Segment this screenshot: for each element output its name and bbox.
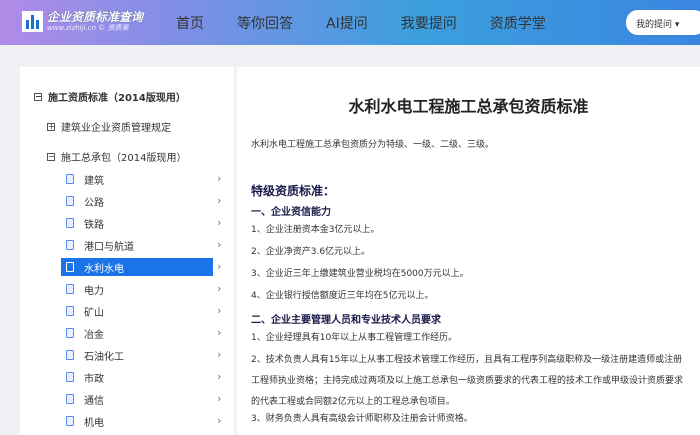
document-icon — [66, 262, 74, 272]
chevron-right-icon[interactable]: › — [217, 370, 221, 383]
content: 水利水电工程施工总承包资质标准 水利水电工程施工总承包资质分为特级、一级、二级、… — [237, 67, 700, 435]
chevron-right-icon[interactable]: › — [217, 194, 221, 207]
chevron-right-icon[interactable]: › — [217, 260, 221, 273]
logo[interactable]: 企业资质标准查询 www.zizhiji.cn © 资质果 — [22, 11, 143, 32]
chevron-right-icon[interactable]: › — [217, 216, 221, 229]
sidebar-item-label: 港口与航道 — [84, 241, 134, 253]
my-questions-dropdown[interactable]: 我的提问 ▾ — [626, 10, 700, 35]
sidebar-item[interactable]: 水利水电 — [61, 258, 213, 276]
tree-node-regulations[interactable]: + 建筑业企业资质管理规定 — [47, 119, 171, 134]
chevron-right-icon[interactable]: › — [217, 304, 221, 317]
nav-answer[interactable]: 等你回答 — [237, 13, 293, 33]
sidebar-item[interactable]: 通信 — [61, 390, 213, 408]
tree-root[interactable]: − 施工资质标准（2014版现用） — [34, 89, 186, 104]
main-nav: 首页 等你回答 AI提问 我要提问 资质学堂 — [176, 13, 579, 33]
collapse-icon[interactable]: − — [34, 92, 42, 101]
tree-label: 施工总承包（2014版现用） — [61, 153, 187, 164]
document-icon — [66, 240, 74, 250]
chevron-right-icon[interactable]: › — [217, 282, 221, 295]
document-icon — [66, 350, 74, 360]
intro: 水利水电工程施工总承包资质分为特级、一级、二级、三级。 — [251, 140, 495, 150]
nav-academy[interactable]: 资质学堂 — [490, 13, 546, 33]
sidebar-item[interactable]: 建筑 — [61, 170, 213, 188]
document-icon — [66, 196, 74, 206]
document-icon — [66, 174, 74, 184]
sidebar-item[interactable]: 矿山 — [61, 302, 213, 320]
section-heading: 二、企业主要管理人员和专业技术人员要求 — [251, 315, 441, 326]
document-icon — [66, 372, 74, 382]
sidebar-item-label: 矿山 — [84, 307, 104, 319]
tree-label: 建筑业企业资质管理规定 — [61, 123, 171, 134]
document-icon — [66, 416, 74, 426]
section-heading: 一、企业资信能力 — [251, 207, 331, 218]
chevron-right-icon[interactable]: › — [217, 392, 221, 405]
header: 企业资质标准查询 www.zizhiji.cn © 资质果 首页 等你回答 AI… — [0, 0, 700, 45]
document-icon — [66, 284, 74, 294]
sidebar-item[interactable]: 机电 — [61, 412, 213, 430]
list-item: 1、企业注册资本金3亿元以上。 — [251, 225, 380, 235]
page-title: 水利水电工程施工总承包资质标准 — [348, 97, 589, 116]
sidebar-item-label: 通信 — [84, 395, 104, 407]
nav-home[interactable]: 首页 — [176, 13, 204, 33]
chevron-right-icon[interactable]: › — [217, 326, 221, 339]
logo-icon — [22, 11, 43, 32]
list-item: 4、企业银行授信额度近三年均在5亿元以上。 — [251, 291, 434, 301]
sidebar-item[interactable]: 电力 — [61, 280, 213, 298]
grade-heading: 特级资质标准： — [251, 184, 336, 198]
chevron-right-icon[interactable]: › — [217, 238, 221, 251]
sidebar: − 施工资质标准（2014版现用） + 建筑业企业资质管理规定 − 施工总承包（201… — [20, 67, 234, 435]
logo-title: 企业资质标准查询 — [47, 10, 144, 24]
logo-subtitle: www.zizhiji.cn © 资质果 — [47, 24, 129, 32]
sidebar-item-label: 石油化工 — [84, 351, 124, 363]
list-item: 1、企业经理具有10年以上从事工程管理工作经历。 — [251, 333, 458, 343]
nav-ai-ask[interactable]: AI提问 — [326, 13, 368, 33]
list-item: 3、财务负责人具有高级会计师职称及注册会计师资格。 — [251, 414, 473, 424]
sidebar-item-label: 冶金 — [84, 329, 104, 341]
list-item: 3、企业近三年上缴建筑业营业税均在5000万元以上。 — [251, 269, 469, 279]
sidebar-item-label: 铁路 — [84, 219, 104, 231]
tree-node-general-contract[interactable]: − 施工总承包（2014版现用） — [47, 149, 186, 164]
tree-label: 施工资质标准（2014版现用） — [48, 93, 186, 104]
list-item: 2、企业净资产3.6亿元以上。 — [251, 247, 371, 257]
sidebar-item[interactable]: 铁路 — [61, 214, 213, 232]
sidebar-item-label: 水利水电 — [84, 263, 124, 275]
sidebar-item-label: 建筑 — [84, 175, 104, 187]
sidebar-item[interactable]: 港口与航道 — [61, 236, 213, 254]
document-icon — [66, 218, 74, 228]
sidebar-item-label: 市政 — [84, 373, 104, 385]
sidebar-item[interactable]: 石油化工 — [61, 346, 213, 364]
sidebar-item[interactable]: 冶金 — [61, 324, 213, 342]
sidebar-item[interactable]: 市政 — [61, 368, 213, 386]
document-icon — [66, 306, 74, 316]
document-icon — [66, 328, 74, 338]
list-item: 2、技术负责人具有15年以上从事工程技术管理工作经历，且具有工程序列高级职称及一… — [251, 355, 684, 407]
chevron-right-icon[interactable]: › — [217, 348, 221, 361]
sidebar-item-label: 公路 — [84, 197, 104, 209]
document-icon — [66, 394, 74, 404]
sidebar-item-label: 电力 — [84, 285, 104, 297]
sidebar-item-label: 机电 — [84, 417, 104, 429]
chevron-right-icon[interactable]: › — [217, 414, 221, 427]
collapse-icon[interactable]: − — [47, 152, 55, 161]
nav-ask[interactable]: 我要提问 — [401, 13, 457, 33]
sidebar-item[interactable]: 公路 — [61, 192, 213, 210]
chevron-right-icon[interactable]: › — [217, 172, 221, 185]
expand-icon[interactable]: + — [47, 122, 55, 131]
